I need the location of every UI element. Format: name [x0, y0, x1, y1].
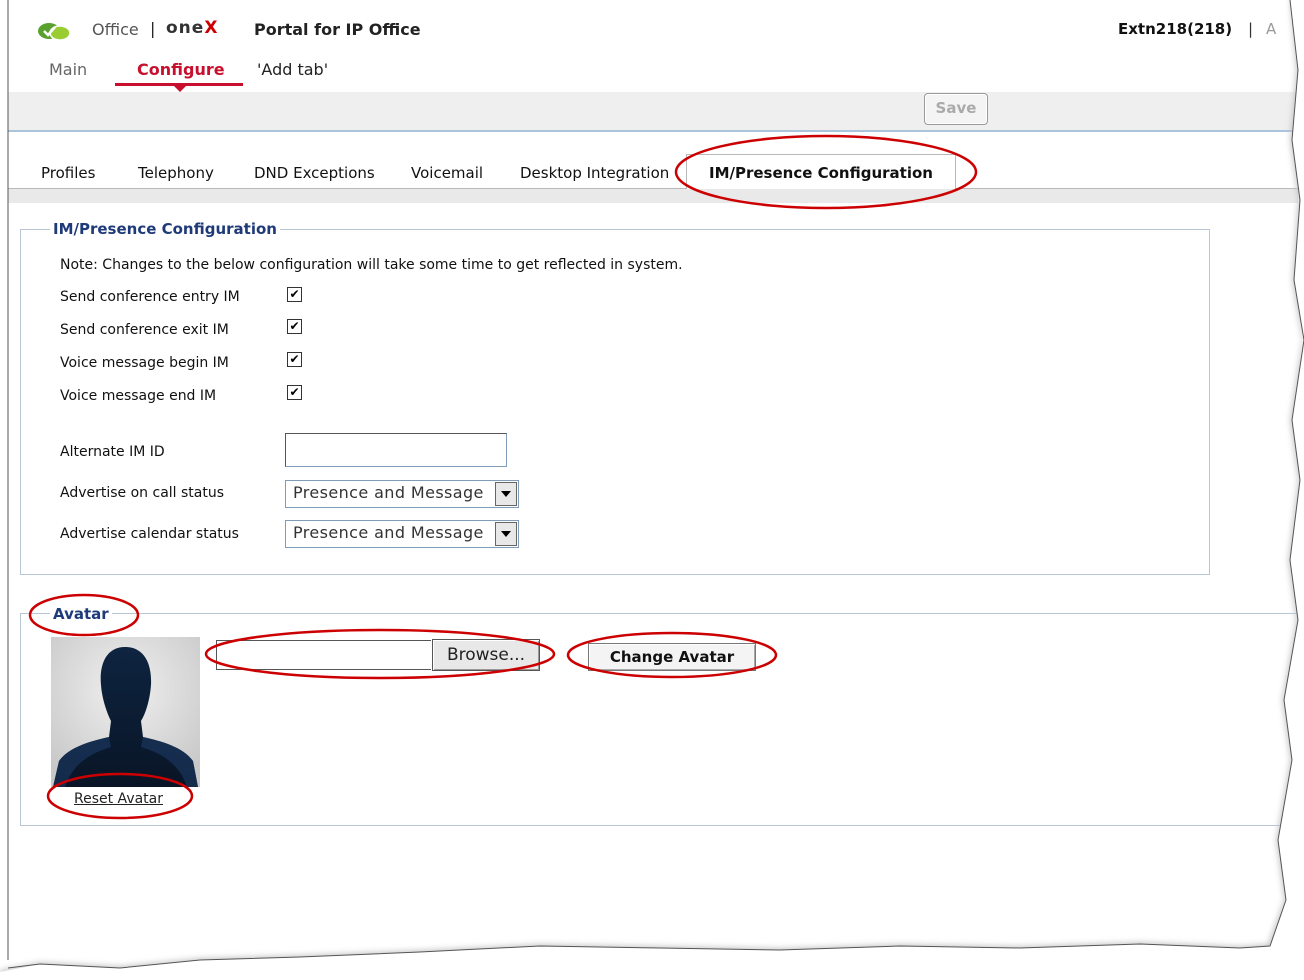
user-separator: |: [1248, 20, 1254, 38]
dropdown-arrow-icon[interactable]: [495, 522, 517, 546]
brand-onex-logo: oneX: [166, 18, 218, 38]
tab-dnd-exceptions[interactable]: DND Exceptions: [254, 164, 375, 182]
advertise-calendar-select[interactable]: Presence and Message: [285, 520, 519, 548]
nav-tab-main[interactable]: Main: [49, 60, 87, 79]
presence-logo-icon: [38, 23, 71, 41]
silhouette-avatar-icon: [51, 637, 200, 787]
avatar-legend: Avatar: [50, 605, 112, 623]
browse-button[interactable]: Browse...: [432, 639, 540, 671]
advertise-on-call-label: Advertise on call status: [60, 485, 225, 501]
portal-page: Office | oneX Portal for IP Office Extn2…: [8, 0, 1298, 968]
brand-separator: |: [150, 19, 156, 38]
advertise-calendar-value: Presence and Message: [293, 523, 484, 542]
brand-onex-prefix: one: [166, 18, 205, 38]
alternate-im-id-label: Alternate IM ID: [60, 444, 165, 460]
im-presence-legend: IM/Presence Configuration: [50, 220, 280, 238]
config-subtabs: Profiles Telephony DND Exceptions Voicem…: [8, 154, 1298, 190]
avatar-image: [51, 637, 200, 787]
tab-im-presence[interactable]: IM/Presence Configuration: [686, 154, 956, 190]
header-truncated-link[interactable]: A: [1266, 20, 1276, 38]
tab-profiles[interactable]: Profiles: [41, 164, 95, 182]
reset-avatar-link[interactable]: Reset Avatar: [74, 791, 163, 807]
vm-end-label: Voice message end IM: [60, 388, 217, 404]
nav-tab-add[interactable]: 'Add tab': [257, 60, 328, 79]
avatar-file-input[interactable]: [216, 640, 431, 670]
nav-tab-configure[interactable]: Configure: [137, 60, 225, 79]
conf-exit-label: Send conference exit IM: [60, 322, 229, 338]
brand-portal-title: Portal for IP Office: [254, 20, 421, 39]
tab-desktop-integration[interactable]: Desktop Integration: [520, 164, 669, 182]
save-button[interactable]: Save: [924, 93, 988, 125]
header: Office | oneX Portal for IP Office Extn2…: [8, 0, 1298, 92]
config-note: Note: Changes to the below configuration…: [60, 257, 683, 273]
vm-begin-checkbox[interactable]: ✔: [287, 352, 302, 367]
advertise-calendar-label: Advertise calendar status: [60, 526, 239, 542]
alternate-im-id-input[interactable]: [285, 433, 507, 467]
advertise-on-call-value: Presence and Message: [293, 483, 484, 502]
conf-entry-checkbox[interactable]: ✔: [287, 287, 302, 302]
advertise-on-call-select[interactable]: Presence and Message: [285, 480, 519, 508]
tab-divider-strip: [8, 189, 1298, 203]
dropdown-arrow-icon[interactable]: [495, 482, 517, 506]
conf-exit-checkbox[interactable]: ✔: [287, 319, 302, 334]
user-extension: Extn218(218): [1118, 20, 1233, 38]
change-avatar-button[interactable]: Change Avatar: [588, 643, 756, 671]
brand-onex-suffix: X: [204, 18, 219, 38]
vm-end-checkbox[interactable]: ✔: [287, 385, 302, 400]
tab-voicemail[interactable]: Voicemail: [411, 164, 483, 182]
app-name: Office: [92, 20, 139, 39]
tab-telephony[interactable]: Telephony: [138, 164, 214, 182]
conf-entry-label: Send conference entry IM: [60, 289, 240, 305]
vm-begin-label: Voice message begin IM: [60, 355, 229, 371]
toolbar: Save: [8, 92, 1298, 132]
